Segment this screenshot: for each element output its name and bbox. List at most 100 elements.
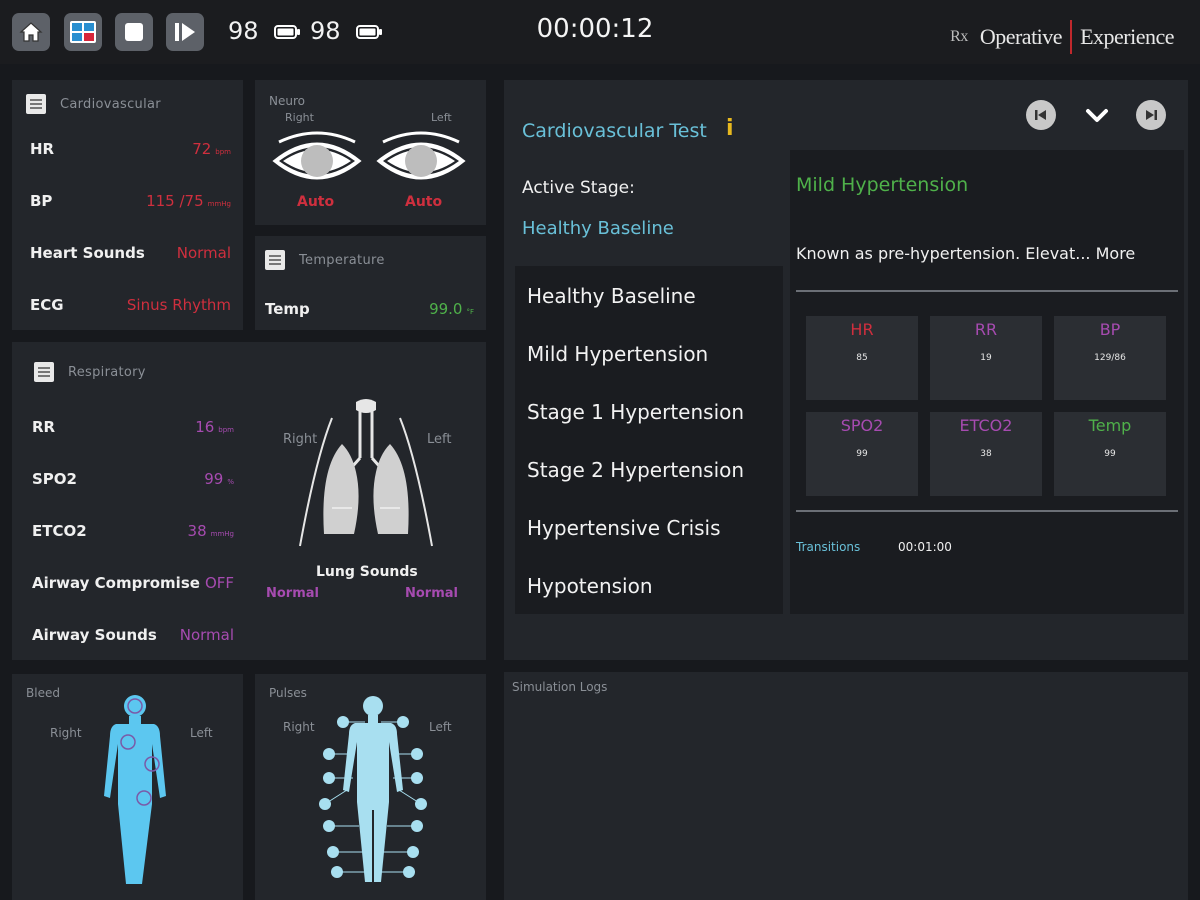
right-eye-value: Auto [297,194,335,210]
vital-etco2-box: ETCO2 38 [930,412,1042,496]
heart-sounds-value: Normal [176,244,231,262]
vital-hr-value: 85 [856,353,868,363]
stage-item[interactable]: Hypertensive Crisis [527,516,721,540]
cardiovascular-panel[interactable]: Cardiovascular HR 72 bpm BP 115 /75 mmHg H… [12,80,243,330]
respiratory-title: Respiratory [68,364,146,380]
rr-label: RR [32,418,56,436]
vital-hr-label: HR [850,320,874,339]
bleed-left-label: Left [190,726,213,740]
bleed-panel[interactable]: Bleed Right Left [12,674,243,900]
vital-temp-value: 99 [1104,449,1116,459]
vital-spo2-value: 99 [856,449,868,459]
collapse-button[interactable] [1082,100,1112,130]
lung-right-value: Normal [266,586,319,601]
stage-item[interactable]: Mild Hypertension [527,342,708,366]
pulses-right-label: Right [283,720,315,734]
skip-back-icon [1035,110,1046,120]
right-eye-icon[interactable] [271,130,363,192]
transitions-label[interactable]: Transitions [796,540,860,554]
brand-logo: Rx Operative Experience [950,20,1174,54]
ecg-label: ECG [30,296,64,314]
hr-label: HR [30,140,55,158]
rr-value: 16 [195,418,215,436]
active-stage-value: Healthy Baseline [522,218,674,239]
vital-rr-value: 19 [980,353,992,363]
next-stage-button[interactable] [1136,100,1166,130]
bp-row[interactable]: BP 115 /75 mmHg [30,192,231,210]
stage-item[interactable]: Hypotension [527,574,653,598]
transitions-time: 00:01:00 [898,540,952,554]
simulation-logs-panel[interactable]: Simulation Logs [504,672,1188,900]
airway-sounds-value: Normal [179,626,234,644]
left-eye-icon[interactable] [375,130,467,192]
vital-temp-box: Temp 99 [1054,412,1166,496]
bp-value: 115 /75 [146,192,204,210]
respiratory-panel[interactable]: Respiratory RR 16 bpm SPO2 99% ETCO2 38 mm… [12,342,486,660]
bleed-title: Bleed [26,686,60,700]
vital-hr-box: HR 85 [806,316,918,400]
vital-rr-box: RR 19 [930,316,1042,400]
ecg-value: Sinus Rhythm [126,296,231,314]
airway-sounds-row[interactable]: Airway Sounds Normal [32,626,234,644]
bp-label: BP [30,192,53,210]
airway-sounds-label: Airway Sounds [32,626,157,644]
spo2-unit: % [227,478,234,486]
menu-icon[interactable] [265,250,285,270]
hr-row[interactable]: HR 72 bpm [30,140,231,158]
hr-value: 72 [192,140,212,158]
vital-spo2-label: SPO2 [840,416,884,435]
stage-description: Known as pre-hypertension. Elevat... [796,244,1091,263]
stage-item[interactable]: Healthy Baseline [527,284,696,308]
vital-rr-label: RR [974,320,998,339]
etco2-label: ETCO2 [32,522,87,540]
brand-word-left: Operative [979,24,1063,49]
temperature-panel[interactable]: Temperature Temp 99.0 °F [255,236,486,330]
stage-detail: Mild Hypertension Known as pre-hypertens… [790,150,1184,614]
vital-bp-value: 129/86 [1094,353,1126,363]
hr-unit: bpm [215,148,231,156]
neuro-title: Neuro [269,94,305,108]
heart-sounds-row[interactable]: Heart Sounds Normal [30,244,231,262]
rr-unit: bpm [218,426,234,434]
stage-item[interactable]: Stage 2 Hypertension [527,458,744,482]
spo2-label: SPO2 [32,470,77,488]
left-eye-value: Auto [405,194,443,210]
top-bar: 98 98 00:00:12 Rx Operative Experience [0,0,1200,64]
lung-sounds-title: Lung Sounds [316,564,418,580]
etco2-unit: mmHg [210,530,234,538]
pulses-panel[interactable]: Pulses Right Left [255,674,486,900]
stage-list: Healthy Baseline Mild Hypertension Stage… [515,266,783,614]
spo2-row[interactable]: SPO2 99% [32,470,234,488]
simulation-logs-title: Simulation Logs [512,680,608,694]
rx-logo: Rx [950,28,968,45]
menu-icon[interactable] [34,362,54,382]
bp-unit: mmHg [207,200,231,208]
chevron-down-icon [1086,109,1108,122]
stage-item[interactable]: Stage 1 Hypertension [527,400,744,424]
neuro-panel[interactable]: Neuro Right Left Auto Auto [255,80,486,225]
temperature-title: Temperature [299,252,385,268]
more-link[interactable]: More [1096,244,1136,263]
info-icon[interactable]: i [726,116,734,141]
vital-etco2-label: ETCO2 [959,416,1013,435]
temp-value: 99.0 [429,300,463,318]
lungs-icon[interactable] [296,398,436,550]
etco2-value: 38 [187,522,207,540]
etco2-row[interactable]: ETCO2 38 mmHg [32,522,234,540]
airway-compromise-row[interactable]: Airway Compromise OFF [32,574,234,592]
rr-row[interactable]: RR 16 bpm [32,418,234,436]
menu-icon[interactable] [26,94,46,114]
vital-etco2-value: 38 [980,449,992,459]
neuro-left-label: Left [431,111,452,124]
divider [796,290,1178,292]
brand-divider [1070,20,1073,54]
spo2-value: 99 [204,470,224,488]
ecg-row[interactable]: ECG Sinus Rhythm [30,296,231,314]
previous-stage-button[interactable] [1026,100,1056,130]
brand-word-right: Experience [1080,24,1174,49]
body-figure-icon[interactable] [96,692,174,888]
temp-row[interactable]: Temp 99.0 °F [265,300,474,318]
vital-spo2-box: SPO2 99 [806,412,918,496]
vital-bp-box: BP 129/86 [1054,316,1166,400]
pulse-points-figure-icon[interactable] [313,694,433,890]
